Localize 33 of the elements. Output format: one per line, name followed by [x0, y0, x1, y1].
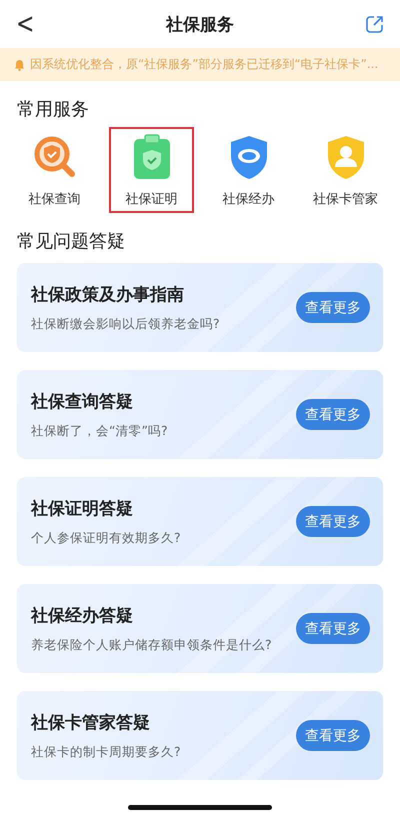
service-item[interactable]: 社保经办	[206, 127, 291, 213]
section-heading: 常见问题答疑	[16, 230, 126, 254]
faq-question: 社保断缴会影响以后领养老金吗?	[31, 316, 220, 332]
section-heading: 常用服务	[16, 98, 90, 122]
view-more-button[interactable]: 查看更多	[296, 720, 370, 751]
faq-card[interactable]: 社保证明答疑 个人参保证明有效期多久? 查看更多	[17, 477, 383, 566]
faq-title: 社保政策及办事指南	[31, 284, 185, 306]
faq-card[interactable]: 社保卡管家答疑 社保卡的制卡周期要多久? 查看更多	[17, 691, 383, 780]
service-item[interactable]: 社保证明	[109, 127, 194, 213]
notice-text: 因系统优化整合，原“社保服务”部分服务已迁移到“电子社保卡”...	[30, 56, 378, 73]
view-more-button[interactable]: 查看更多	[296, 399, 370, 430]
bell-icon	[14, 58, 25, 70]
back-button[interactable]: <	[16, 8, 34, 40]
faq-card[interactable]: 社保经办答疑 养老保险个人账户储存额申领条件是什么? 查看更多	[17, 584, 383, 673]
shield-magnifier-icon	[32, 134, 78, 180]
view-more-button[interactable]: 查看更多	[296, 506, 370, 537]
faq-card[interactable]: 社保政策及办事指南 社保断缴会影响以后领养老金吗? 查看更多	[17, 263, 383, 352]
view-more-button[interactable]: 查看更多	[296, 613, 370, 644]
faq-title: 社保查询答疑	[31, 390, 134, 412]
clipboard-shield-icon	[132, 134, 172, 180]
faq-title: 社保证明答疑	[31, 498, 134, 520]
faq-question: 个人参保证明有效期多久?	[31, 530, 181, 546]
faq-question: 养老保险个人账户储存额申领条件是什么?	[31, 636, 272, 654]
faq-title: 社保经办答疑	[31, 604, 134, 626]
faq-card[interactable]: 社保查询答疑 社保断了，会“清零”吗? 查看更多	[17, 370, 383, 459]
faq-question: 社保卡的制卡周期要多久?	[31, 744, 181, 760]
page-title: 社保服务	[166, 14, 234, 36]
service-item[interactable]: 社保卡管家	[303, 127, 388, 213]
service-item[interactable]: 社保查询	[12, 127, 97, 213]
view-more-button[interactable]: 查看更多	[296, 292, 370, 323]
faq-title: 社保卡管家答疑	[31, 712, 151, 734]
share-icon[interactable]	[366, 15, 384, 33]
faq-question: 社保断了，会“清零”吗?	[31, 422, 168, 440]
